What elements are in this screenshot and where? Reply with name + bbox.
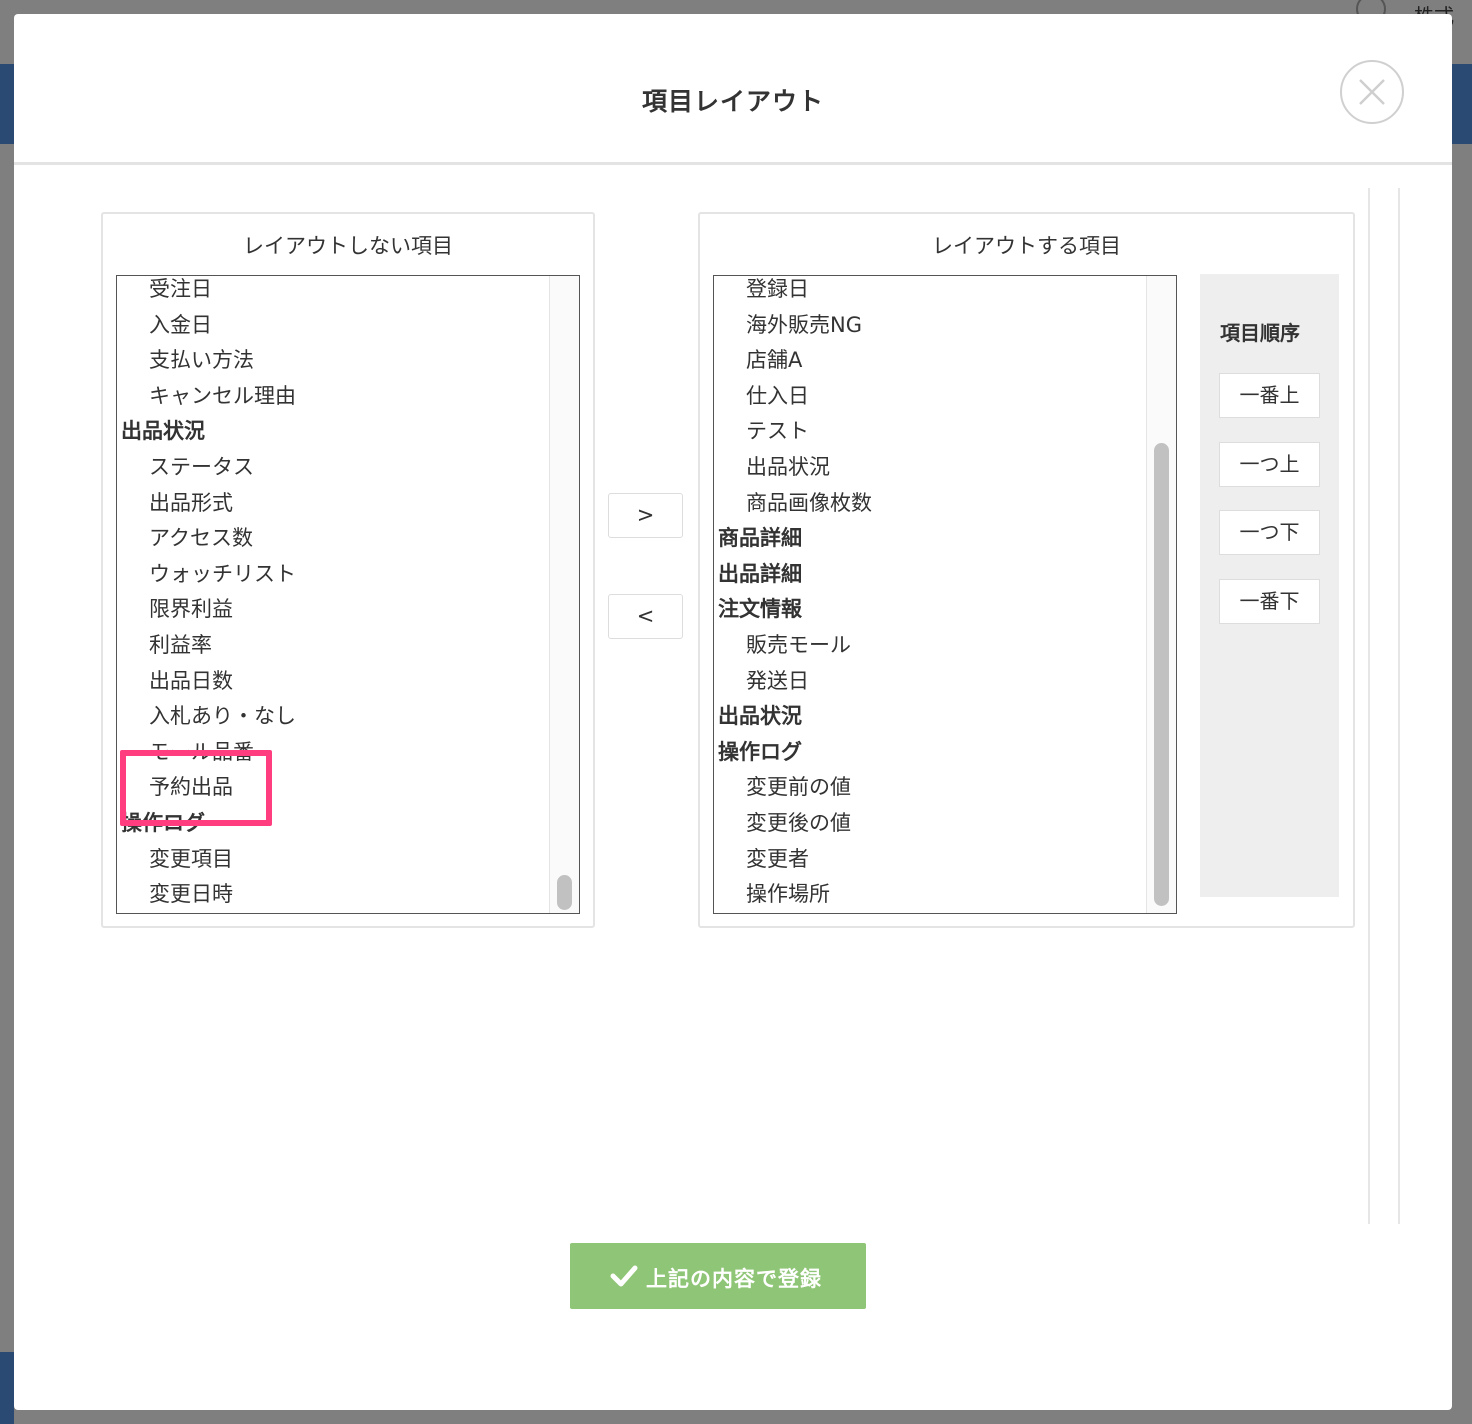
close-icon — [1359, 79, 1385, 105]
register-button-label: 上記の内容で登録 — [646, 1267, 822, 1291]
layout-list-item[interactable]: 販売モール — [714, 628, 1146, 664]
layout-group-header[interactable]: 注文情報 — [714, 592, 1146, 628]
item-order-title: 項目順序 — [1220, 321, 1300, 345]
unused-list-scroll-thumb[interactable] — [557, 875, 572, 910]
layout-list-item[interactable]: 操作場所 — [714, 877, 1146, 913]
unused-list-item[interactable]: 変更日時 — [117, 877, 549, 913]
layout-list-scrollbar[interactable] — [1146, 276, 1176, 913]
close-button[interactable] — [1340, 60, 1404, 124]
unused-items-list[interactable]: 受注日 入金日 支払い方法 キャンセル理由 出品状況 ステータス 出品形式 アクセス数 ウォッチ… — [116, 275, 580, 914]
background-header-strip — [0, 64, 14, 144]
add-to-layout-button[interactable]: > — [608, 493, 683, 538]
unused-list-item[interactable]: 入札あり・なし — [117, 699, 549, 735]
layout-items-list[interactable]: 登録日 海外販売NG 店舗A 仕入日 テスト 出品状況 商品画像枚数 商品詳細 出品詳細 注文情報… — [713, 275, 1177, 914]
layout-list-item[interactable]: 商品画像枚数 — [714, 486, 1146, 522]
layout-list-scroll-thumb[interactable] — [1154, 443, 1169, 906]
layout-list-item[interactable]: 変更後の値 — [714, 806, 1146, 842]
modal-header: 項目レイアウト — [14, 14, 1452, 165]
layout-group-header[interactable]: 出品詳細 — [714, 557, 1146, 593]
register-button[interactable]: 上記の内容で登録 — [570, 1243, 866, 1309]
layout-items-title: レイアウトする項目 — [932, 234, 1121, 258]
layout-list-item[interactable]: 店舗A — [714, 343, 1146, 379]
unused-list-item[interactable]: 出品日数 — [117, 664, 549, 700]
unused-list-item[interactable]: 受注日 — [117, 276, 549, 308]
move-top-button[interactable]: 一番上 — [1219, 373, 1320, 418]
unused-list-item[interactable]: 支払い方法 — [117, 343, 549, 379]
unused-list-item[interactable]: モール品番 — [117, 735, 549, 771]
unused-list-item[interactable]: キャンセル理由 — [117, 379, 549, 415]
unused-list-item[interactable]: ウォッチリスト — [117, 557, 549, 593]
unused-list-item[interactable]: 変更項目 — [117, 842, 549, 878]
unused-list-item[interactable]: ステータス — [117, 450, 549, 486]
move-down-button[interactable]: 一つ下 — [1219, 510, 1320, 555]
layout-group-header[interactable]: 出品状況 — [714, 699, 1146, 735]
background-footer-strip — [0, 1352, 14, 1424]
layout-modal: 項目レイアウト レイアウトしない項目 受注日 入金日 支払い方法 キャンセル理由 出品状… — [14, 14, 1452, 1410]
layout-group-header[interactable]: 商品詳細 — [714, 521, 1146, 557]
unused-list-item[interactable]: 利益率 — [117, 628, 549, 664]
unused-group-header[interactable]: 出品状況 — [117, 414, 549, 450]
unused-list-item[interactable]: 予約出品 — [117, 770, 549, 806]
background-header-strip-right — [1452, 64, 1472, 144]
layout-group-header[interactable]: 操作ログ — [714, 735, 1146, 771]
unused-items-panel: レイアウトしない項目 受注日 入金日 支払い方法 キャンセル理由 出品状況 ステータス 出品… — [101, 212, 595, 928]
unused-list-item[interactable]: 限界利益 — [117, 592, 549, 628]
unused-group-header[interactable]: 操作ログ — [117, 806, 549, 842]
layout-list-item[interactable]: 変更前の値 — [714, 770, 1146, 806]
modal-scrollbar[interactable] — [1368, 188, 1400, 1224]
modal-title: 項目レイアウト — [641, 87, 824, 116]
unused-items-title: レイアウトしない項目 — [243, 234, 453, 258]
layout-list-item[interactable]: 変更者 — [714, 842, 1146, 878]
unused-list-item[interactable]: アクセス数 — [117, 521, 549, 557]
unused-list-scrollbar[interactable] — [549, 276, 579, 913]
move-up-button[interactable]: 一つ上 — [1219, 442, 1320, 487]
layout-list-item[interactable]: 仕入日 — [714, 379, 1146, 415]
layout-list-item[interactable]: 発送日 — [714, 664, 1146, 700]
check-icon — [610, 1265, 638, 1287]
move-bottom-button[interactable]: 一番下 — [1219, 579, 1320, 624]
item-order-box: 項目順序 一番上 一つ上 一つ下 一番下 — [1200, 274, 1339, 897]
unused-list-item[interactable]: 出品形式 — [117, 486, 549, 522]
layout-list-item[interactable]: テスト — [714, 414, 1146, 450]
layout-list-item[interactable]: 海外販売NG — [714, 308, 1146, 344]
layout-list-item[interactable]: 出品状況 — [714, 450, 1146, 486]
unused-list-item[interactable]: 入金日 — [117, 308, 549, 344]
layout-list-item[interactable]: 登録日 — [714, 276, 1146, 308]
remove-from-layout-button[interactable]: < — [608, 594, 683, 639]
